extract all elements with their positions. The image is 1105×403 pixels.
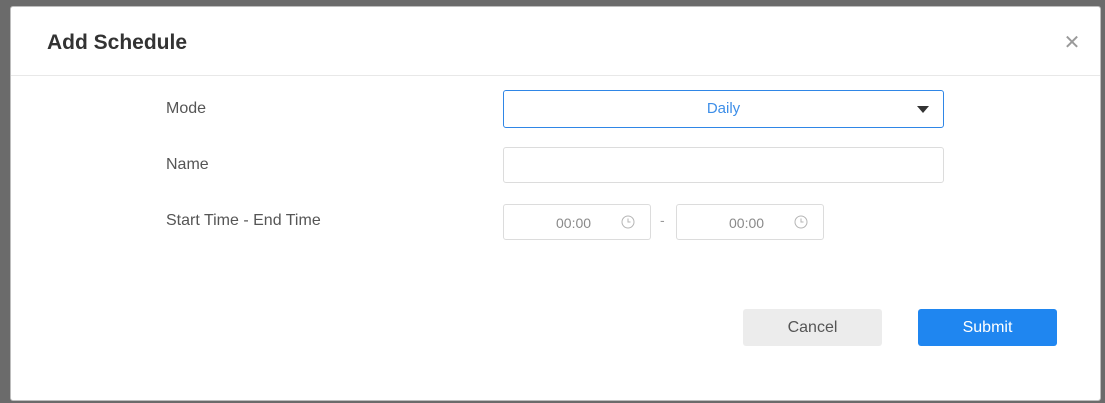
- add-schedule-dialog: Add Schedule ✕ Mode Daily Name Start Tim…: [10, 6, 1101, 401]
- end-time-value: 00:00: [729, 215, 765, 231]
- close-icon[interactable]: ✕: [1062, 33, 1082, 53]
- clock-icon: [794, 215, 808, 229]
- start-time-picker[interactable]: 00:00: [503, 204, 651, 240]
- time-range-label: Start Time - End Time: [166, 212, 321, 229]
- name-input[interactable]: [503, 147, 944, 183]
- mode-select[interactable]: Daily: [503, 90, 944, 128]
- end-time-picker[interactable]: 00:00: [676, 204, 824, 240]
- mode-select-value: Daily: [706, 100, 741, 117]
- clock-icon: [621, 215, 635, 229]
- dropdown-arrow-icon: [917, 106, 929, 113]
- name-label: Name: [166, 156, 209, 173]
- dialog-title: Add Schedule: [47, 31, 188, 54]
- cancel-button[interactable]: Cancel: [743, 309, 882, 346]
- submit-button[interactable]: Submit: [918, 309, 1057, 346]
- mode-label: Mode: [166, 100, 207, 117]
- start-time-value: 00:00: [556, 215, 592, 231]
- dialog-header: Add Schedule ✕: [11, 7, 1100, 76]
- time-separator: -: [660, 212, 665, 228]
